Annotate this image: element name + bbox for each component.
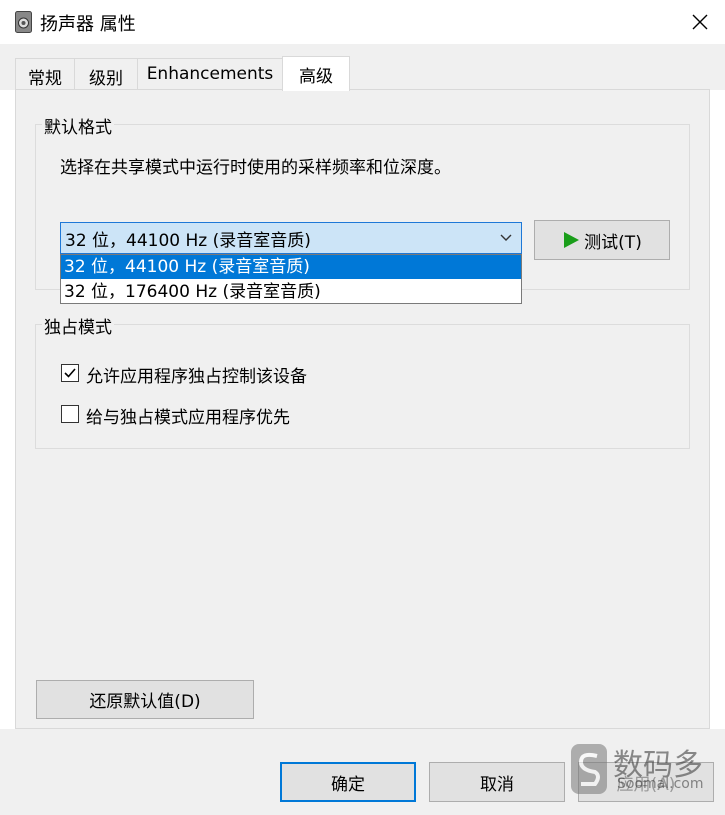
chevron-down-icon	[500, 234, 512, 241]
format-option[interactable]: 32 位，176400 Hz (录音室音质)	[61, 280, 521, 304]
format-select-value: 32 位，44100 Hz (录音室音质)	[65, 230, 311, 251]
cancel-button[interactable]: 取消	[429, 762, 565, 802]
watermark-logo: 数码多 Soomal.com	[569, 740, 719, 800]
tab-general[interactable]: 常规	[15, 58, 75, 90]
close-button[interactable]	[680, 4, 720, 40]
play-icon	[564, 232, 580, 248]
soomal-logo-icon	[571, 744, 607, 794]
close-icon	[692, 14, 708, 30]
exclusive-priority-checkbox[interactable]	[61, 405, 79, 423]
allow-exclusive-checkbox[interactable]	[61, 364, 79, 382]
title-bar: 扬声器 属性	[0, 0, 725, 44]
allow-exclusive-label[interactable]: 允许应用程序独占控制该设备	[86, 362, 307, 387]
default-format-description: 选择在共享模式中运行时使用的采样频率和位深度。	[60, 158, 451, 178]
tab-levels[interactable]: 级别	[74, 58, 138, 90]
exclusive-priority-label[interactable]: 给与独占模式应用程序优先	[86, 403, 290, 428]
tab-advanced[interactable]: 高级	[282, 56, 350, 91]
ok-button[interactable]: 确定	[280, 762, 416, 802]
restore-defaults-button[interactable]: 还原默认值(D)	[36, 680, 254, 719]
format-option[interactable]: 32 位，44100 Hz (录音室音质)	[61, 255, 521, 279]
format-select[interactable]: 32 位，44100 Hz (录音室音质)	[60, 222, 522, 254]
checkmark-icon	[64, 368, 76, 378]
speaker-icon	[15, 11, 32, 33]
watermark-subtext: Soomal.com	[617, 776, 704, 792]
test-button-label: 测试(T)	[584, 232, 642, 253]
tab-enhancements[interactable]: Enhancements	[137, 58, 283, 90]
exclusive-mode-label: 独占模式	[42, 313, 114, 338]
window-title: 扬声器 属性	[40, 14, 136, 35]
default-format-label: 默认格式	[42, 113, 114, 138]
format-dropdown-list: 32 位，44100 Hz (录音室音质) 32 位，176400 Hz (录音…	[60, 254, 522, 304]
test-button[interactable]: 测试(T)	[534, 220, 670, 260]
